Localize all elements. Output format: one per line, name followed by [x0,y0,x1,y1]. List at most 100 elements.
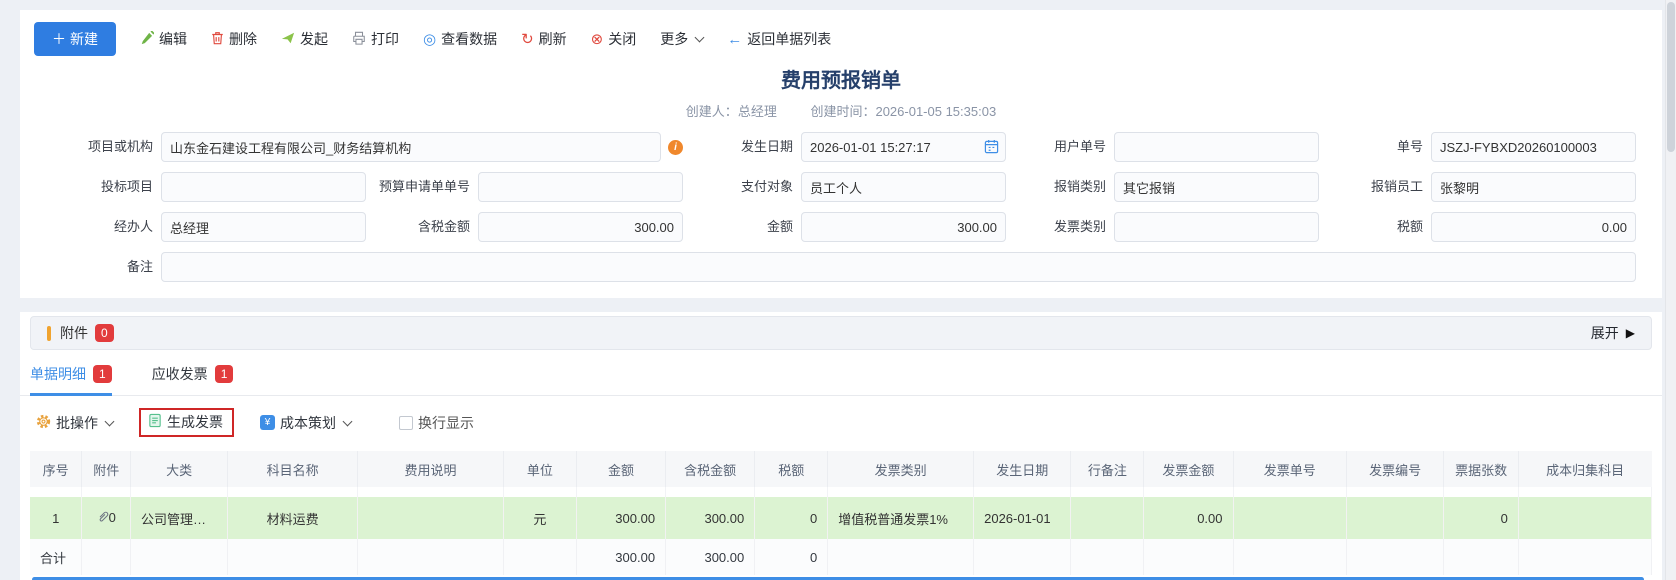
wrap-display-toggle[interactable]: 换行显示 [399,413,474,433]
col-invoice-no: 发票单号 [1233,451,1347,487]
header-spacer-row [30,487,1652,497]
info-icon[interactable]: i [668,140,683,155]
bid-project-label: 投标项目 [36,179,161,195]
edit-button[interactable]: 编辑 [140,29,187,49]
trash-icon [211,31,224,48]
cell-invoice-type: 增值税普通发票1% [828,497,974,539]
back-to-list-button[interactable]: ← 返回单据列表 [727,29,831,49]
project-org-input[interactable] [161,132,661,162]
cell-category: 公司管理… [131,497,228,539]
col-ticket-count: 票据张数 [1444,451,1519,487]
col-tax-incl-amount: 含税金额 [666,451,755,487]
attachment-accent-bar [47,326,51,341]
cell-attachment[interactable]: 0 [82,497,131,539]
total-amount: 300.00 [576,539,665,575]
pencil-icon [140,31,154,48]
total-label: 合计 [30,539,82,575]
tab-receivable-invoice[interactable]: 应收发票 1 [152,364,234,395]
total-tax: 0 [755,539,828,575]
chevron-down-icon [695,33,705,43]
user-no-input[interactable] [1114,132,1319,162]
refresh-button[interactable]: ↻ 刷新 [521,29,567,49]
tab-document-detail[interactable]: 单据明细 1 [30,364,112,395]
col-category: 大类 [131,451,228,487]
view-data-button[interactable]: ◎ 查看数据 [423,29,497,49]
col-expense-desc: 费用说明 [358,451,504,487]
table-header-row: 序号 附件 大类 科目名称 费用说明 单位 金额 含税金额 税额 发票类别 发生… [30,451,1652,487]
occur-date-wrap [801,132,1006,162]
col-attachment: 附件 [82,451,131,487]
doc-meta: 创建人：总经理 创建时间：2026-01-05 15:35:03 [20,101,1662,120]
tab-badge: 1 [215,365,234,383]
cell-amount: 300.00 [576,497,665,539]
vertical-scrollbar-thumb[interactable] [1667,2,1675,152]
header-form: 项目或机构 i 发生日期 用户单号 单号 投标项目 预算申请单单号 支付对象 报… [20,120,1662,298]
paperclip-icon [97,510,109,526]
pay-target-input[interactable] [801,172,1006,202]
cell-invoice-no [1233,497,1347,539]
doc-no-input[interactable] [1431,132,1636,162]
remark-input[interactable] [161,252,1636,282]
tax-incl-amount-label: 含税金额 [366,219,478,235]
total-row: 合计 300.00 300.00 0 [30,539,1652,575]
doc-no-label: 单号 [1319,139,1431,155]
send-icon [281,31,295,48]
project-org-wrap: i [161,132,683,162]
attachment-bar: 附件 0 展开 ▶ [30,316,1652,350]
col-subject-name: 科目名称 [228,451,358,487]
new-button[interactable]: ＋新建 [34,22,116,56]
generate-invoice-button[interactable]: 生成发票 [139,408,234,437]
bid-project-input[interactable] [161,172,366,202]
expand-button[interactable]: 展开 ▶ [1591,323,1635,343]
reimburse-type-input[interactable] [1114,172,1319,202]
creator-value: 总经理 [738,104,777,119]
col-unit: 单位 [503,451,576,487]
col-invoice-type: 发票类别 [828,451,974,487]
page: ＋新建 编辑 删除 发起 打印 ◎ 查看数据 ↻ [0,0,1676,580]
batch-ops-button[interactable]: 批操作 [36,413,113,433]
initiate-button[interactable]: 发起 [281,29,328,49]
handler-label: 经办人 [36,219,161,235]
occur-date-input[interactable] [801,132,1006,162]
reimburse-employee-input[interactable] [1431,172,1636,202]
cost-planning-button[interactable]: ¥ 成本策划 [260,413,351,433]
reimburse-type-label: 报销类别 [1006,179,1114,195]
cell-invoice-amount: 0.00 [1144,497,1233,539]
table-row[interactable]: 1 0 公司管理… 材料运费 元 300.00 300.00 0 增值税普通发票… [30,497,1652,539]
detail-tabs: 单据明细 1 应收发票 1 [20,350,1662,396]
plus-icon: ＋ [52,29,66,49]
col-invoice-code: 发票编号 [1347,451,1444,487]
view-icon: ◎ [423,32,436,47]
budget-apply-no-input[interactable] [478,172,683,202]
printer-icon [352,31,366,48]
yen-icon: ¥ [260,415,275,430]
wrap-display-checkbox[interactable] [399,416,413,430]
col-seq: 序号 [30,451,82,487]
cell-ticket-count: 0 [1444,497,1519,539]
col-occur-date: 发生日期 [974,451,1071,487]
delete-button[interactable]: 删除 [211,29,257,49]
calendar-icon[interactable] [984,139,999,157]
attachment-label: 附件 [60,323,88,343]
amount-label: 金额 [683,219,801,235]
invoice-type-input[interactable] [1114,212,1319,242]
cell-invoice-code [1347,497,1444,539]
close-button[interactable]: ⊗ 关闭 [591,29,637,49]
amount-input[interactable] [801,212,1006,242]
attachment-count-badge: 0 [95,324,114,342]
top-toolbar: ＋新建 编辑 删除 发起 打印 ◎ 查看数据 ↻ [20,10,1662,62]
cell-tax: 0 [755,497,828,539]
print-button[interactable]: 打印 [352,29,399,49]
document-card: ＋新建 编辑 删除 发起 打印 ◎ 查看数据 ↻ [20,10,1662,580]
tax-incl-amount-input[interactable] [478,212,683,242]
tax-amount-input[interactable] [1431,212,1636,242]
handler-input[interactable] [161,212,366,242]
tax-amount-label: 税额 [1319,219,1431,235]
more-button[interactable]: 更多 [660,29,703,49]
vertical-scrollbar-track[interactable] [1665,0,1676,580]
cell-expense-desc [358,497,504,539]
cell-row-remark [1071,497,1144,539]
refresh-icon: ↻ [521,32,534,47]
cell-unit: 元 [503,497,576,539]
cell-cost-subject [1518,497,1651,539]
